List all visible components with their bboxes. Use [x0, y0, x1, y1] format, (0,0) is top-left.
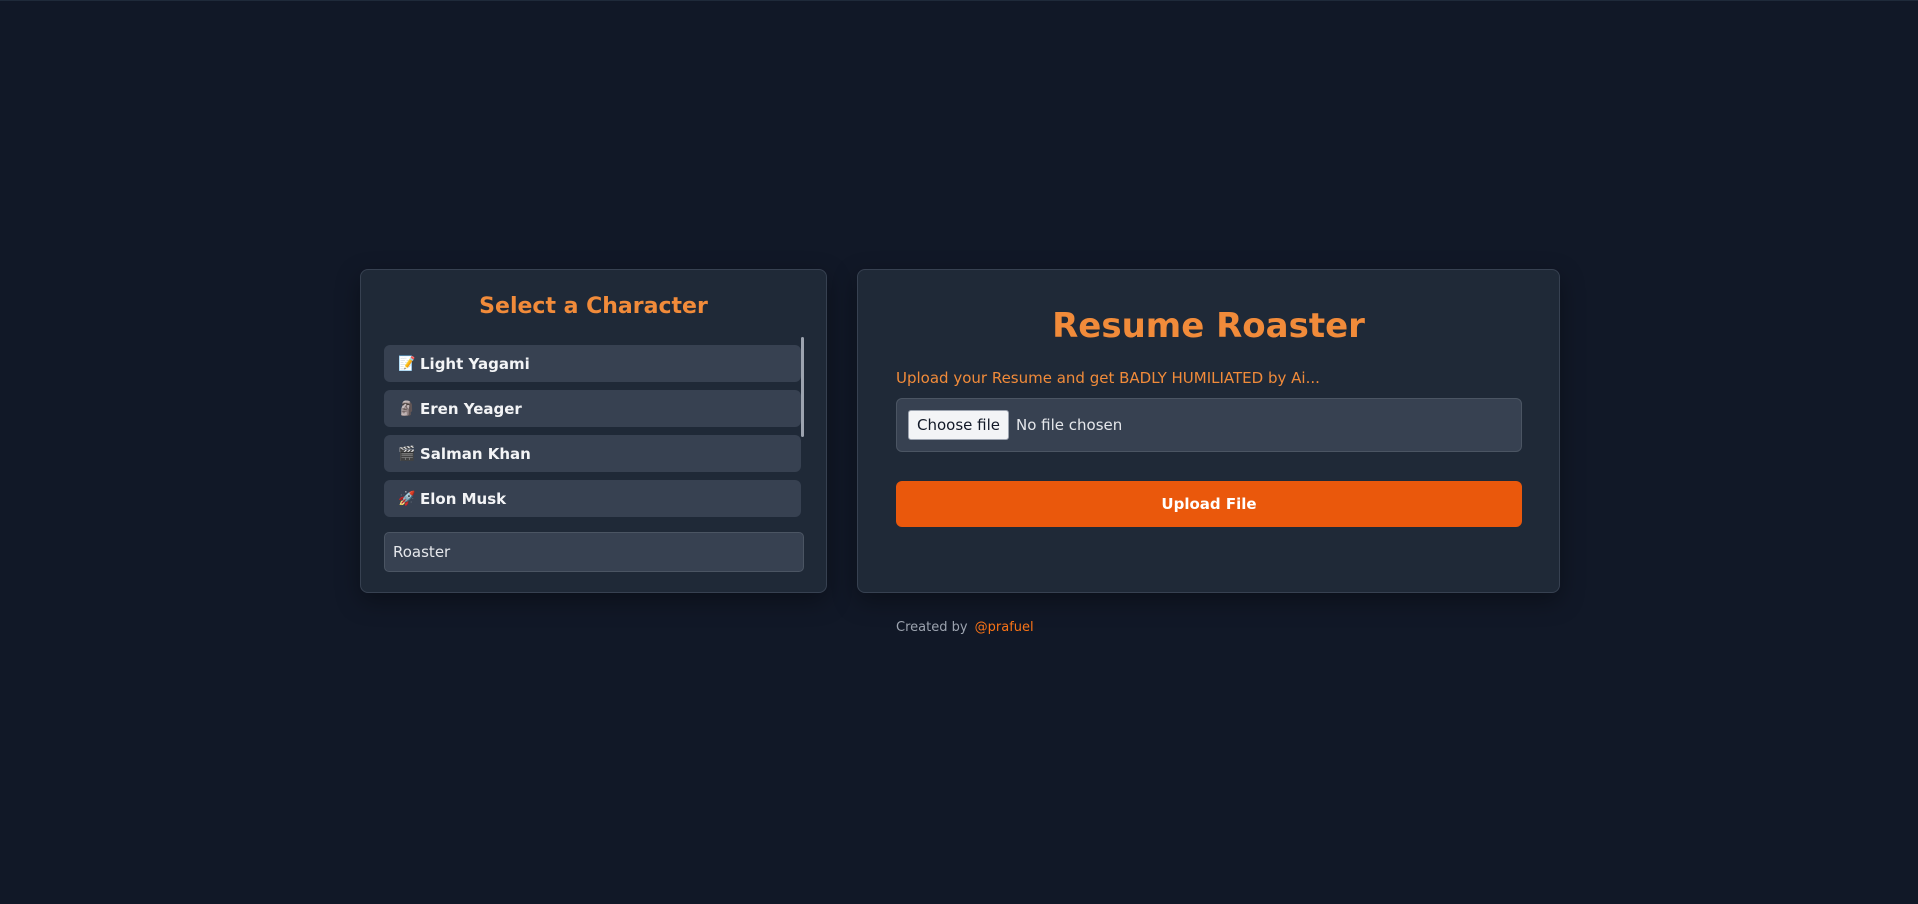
moai-icon: 🗿	[398, 400, 416, 417]
character-item-salman-khan[interactable]: 🎬 Salman Khan	[384, 435, 801, 472]
upload-file-button[interactable]: Upload File	[896, 481, 1522, 527]
character-item-light-yagami[interactable]: 📝 Light Yagami	[384, 345, 801, 382]
character-label: Light Yagami	[420, 354, 530, 373]
character-item-elon-musk[interactable]: 🚀 Elon Musk	[384, 480, 801, 517]
character-list-scrollbar[interactable]	[801, 337, 804, 437]
character-panel-title: Select a Character	[479, 294, 708, 319]
clapper-board-icon: 🎬	[398, 445, 416, 462]
footer-prefix: Created by	[896, 620, 968, 635]
main-container: Select a Character 📝 Light Yagami 🗿 Eren…	[360, 269, 1560, 595]
footer-credit: Created by @prafuel	[896, 620, 1034, 635]
character-label: Elon Musk	[420, 489, 507, 508]
memo-icon: 📝	[398, 355, 416, 372]
upload-instructions: Upload your Resume and get BADLY HUMILIA…	[896, 369, 1320, 387]
character-select-panel: Select a Character 📝 Light Yagami 🗿 Eren…	[360, 269, 827, 593]
character-label: Salman Khan	[420, 444, 531, 463]
choose-file-button[interactable]: Choose file	[908, 410, 1009, 440]
rocket-icon: 🚀	[398, 490, 416, 507]
top-border	[0, 0, 1918, 1]
page-title: Resume Roaster	[1052, 306, 1365, 346]
character-label: Eren Yeager	[420, 399, 522, 418]
roaster-mode-input[interactable]	[384, 532, 804, 572]
character-item-eren-yeager[interactable]: 🗿 Eren Yeager	[384, 390, 801, 427]
file-input[interactable]: Choose file No file chosen	[896, 398, 1522, 452]
resume-roaster-panel: Resume Roaster Upload your Resume and ge…	[857, 269, 1560, 593]
character-list[interactable]: 📝 Light Yagami 🗿 Eren Yeager 🎬 Salman Kh…	[384, 345, 811, 518]
file-status-text: No file chosen	[1016, 416, 1123, 434]
author-link[interactable]: @prafuel	[975, 620, 1034, 635]
